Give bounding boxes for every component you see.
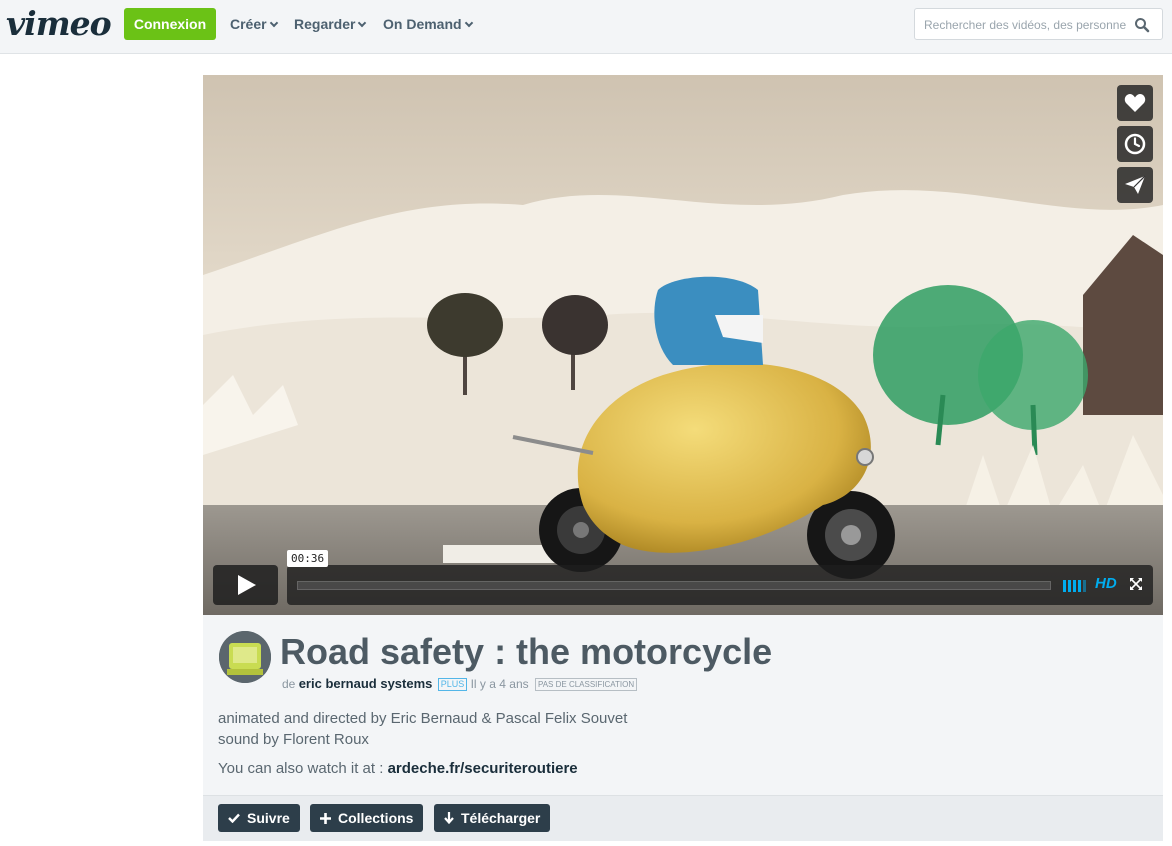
avatar-image	[219, 631, 271, 683]
download-label: Télécharger	[461, 810, 541, 826]
plus-icon	[320, 812, 331, 824]
nav-on-demand-label: On Demand	[383, 16, 462, 32]
collections-button[interactable]: Collections	[310, 804, 424, 832]
watch-later-button[interactable]	[1117, 126, 1153, 162]
nav-create[interactable]: Créer	[230, 16, 278, 32]
description-line: sound by Florent Roux	[218, 731, 369, 748]
nav-create-label: Créer	[230, 16, 267, 32]
rating-badge: PAS DE CLASSIFICATION	[534, 678, 638, 692]
chevron-down-icon	[358, 18, 367, 28]
description-line: animated and directed by Eric Bernaud & …	[218, 710, 628, 727]
nav-watch-label: Regarder	[294, 16, 356, 32]
collections-label: Collections	[338, 810, 414, 826]
plus-badge: PLUS	[437, 678, 468, 692]
volume-icon[interactable]	[1063, 578, 1087, 592]
nav-on-demand[interactable]: On Demand	[383, 16, 473, 32]
heart-icon	[1124, 94, 1146, 112]
chevron-down-icon	[269, 18, 278, 28]
byline: de eric bernaud systems PLUS Il y a 4 an…	[282, 676, 638, 692]
upload-age: Il y a 4 ans	[470, 677, 529, 691]
action-bar: Suivre Collections Télécharger	[203, 795, 1163, 841]
control-bar: HD	[287, 565, 1153, 605]
video-info: Road safety : the motorcycle de eric ber…	[203, 615, 1163, 841]
search-input[interactable]	[924, 16, 1126, 34]
fullscreen-icon[interactable]	[1129, 577, 1143, 591]
author-avatar[interactable]	[219, 631, 271, 683]
like-button[interactable]	[1117, 85, 1153, 121]
author-link[interactable]: eric bernaud systems	[299, 676, 433, 691]
video-description: animated and directed by Eric Bernaud & …	[218, 708, 627, 750]
watch-elsewhere: You can also watch it at : ardeche.fr/se…	[218, 760, 578, 777]
share-button[interactable]	[1117, 167, 1153, 203]
vimeo-logo[interactable]: vimeo	[6, 4, 112, 43]
download-button[interactable]: Télécharger	[434, 804, 551, 832]
hd-toggle[interactable]: HD	[1095, 575, 1117, 592]
login-button[interactable]: Connexion	[124, 8, 216, 40]
search-icon[interactable]	[1134, 17, 1150, 33]
time-indicator: 00:36	[287, 550, 329, 567]
player-controls: HD 00:36	[213, 550, 1153, 605]
arrow-down-icon	[444, 812, 454, 824]
watch-prefix: You can also watch it at :	[218, 760, 384, 777]
external-link[interactable]: ardeche.fr/securiteroutiere	[388, 760, 578, 777]
paper-plane-icon	[1125, 175, 1146, 194]
top-bar: vimeo Connexion Créer Regarder On Demand	[0, 0, 1172, 54]
search-box	[914, 8, 1163, 40]
nav-watch[interactable]: Regarder	[294, 16, 367, 32]
follow-button[interactable]: Suivre	[218, 804, 300, 832]
play-button[interactable]	[213, 565, 278, 605]
play-icon	[237, 575, 256, 595]
follow-label: Suivre	[247, 810, 290, 826]
video-frame	[203, 75, 1163, 615]
chevron-down-icon	[464, 18, 473, 28]
clock-icon	[1124, 133, 1146, 155]
video-title: Road safety : the motorcycle	[280, 631, 773, 672]
by-prefix: de	[282, 677, 296, 691]
video-player[interactable]: HD 00:36	[203, 75, 1163, 615]
progress-bar[interactable]	[297, 581, 1051, 590]
check-icon	[228, 813, 240, 823]
